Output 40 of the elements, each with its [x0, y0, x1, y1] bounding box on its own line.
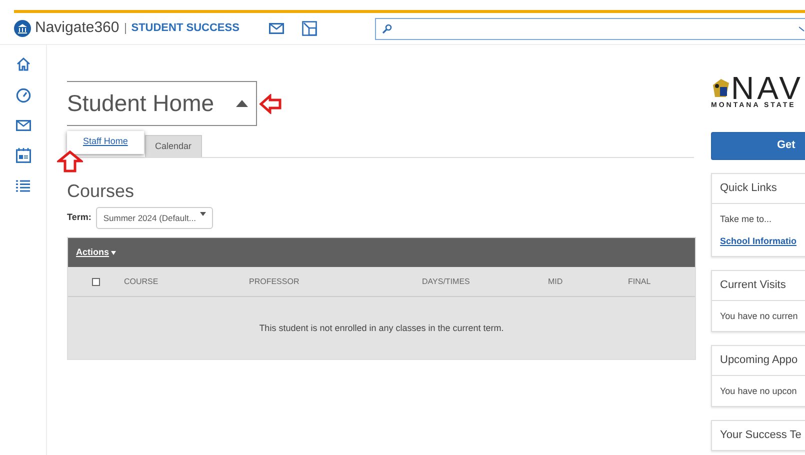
- caret-icon: [111, 250, 116, 255]
- column-header: PROFESSOR: [249, 276, 300, 286]
- term-label: Term:: [67, 211, 92, 224]
- card-text: You have no curren: [719, 310, 799, 323]
- mail-icon[interactable]: [16, 120, 30, 131]
- tab[interactable]: Calendar: [145, 134, 202, 156]
- actions-menu-link[interactable]: Actions: [76, 246, 110, 260]
- card-title: Your Success Te: [719, 428, 802, 444]
- column-header: MID: [548, 276, 563, 286]
- arrow-icon: [259, 94, 282, 114]
- page-title-dropdown[interactable]: Student Home: [67, 81, 257, 126]
- column-header: COURSE: [124, 276, 158, 286]
- column-header: DAYS/TIMES: [422, 276, 470, 286]
- logo-icon: [14, 20, 31, 37]
- mascot-icon: [711, 77, 731, 99]
- link[interactable]: School Informatio: [712, 230, 805, 252]
- term-dropdown[interactable]: Summer 2024 (Default...: [96, 206, 214, 230]
- mail-icon[interactable]: [269, 23, 284, 34]
- card-text: You have no upcon: [719, 385, 798, 398]
- empty-message: This student is not enrolled in any classes in the current term.: [259, 322, 504, 335]
- calendar-icon[interactable]: [16, 148, 30, 163]
- chevron-icon: [799, 26, 805, 32]
- caret-icon: [200, 212, 206, 216]
- search-field[interactable]: [375, 18, 805, 40]
- checkbox[interactable]: [92, 278, 100, 286]
- card-title: Current Visits: [712, 270, 805, 301]
- column-header: FINAL: [628, 276, 651, 286]
- product-name: STUDENT SUCCESS: [125, 23, 240, 34]
- get-button[interactable]: Get: [711, 132, 805, 160]
- card-title: Upcoming Appo: [712, 346, 805, 376]
- gauge-icon[interactable]: [16, 88, 30, 103]
- layout-icon[interactable]: [302, 21, 318, 36]
- home-icon[interactable]: [16, 57, 30, 71]
- list-icon[interactable]: [16, 180, 30, 192]
- menu-item-link[interactable]: Staff Home: [83, 136, 128, 146]
- brand-name: Navigate360: [35, 18, 120, 38]
- card-text: Take me to...: [719, 212, 773, 226]
- card-title: Quick Links: [712, 174, 805, 204]
- section-title: Courses: [67, 180, 136, 202]
- search-icon: [382, 24, 392, 34]
